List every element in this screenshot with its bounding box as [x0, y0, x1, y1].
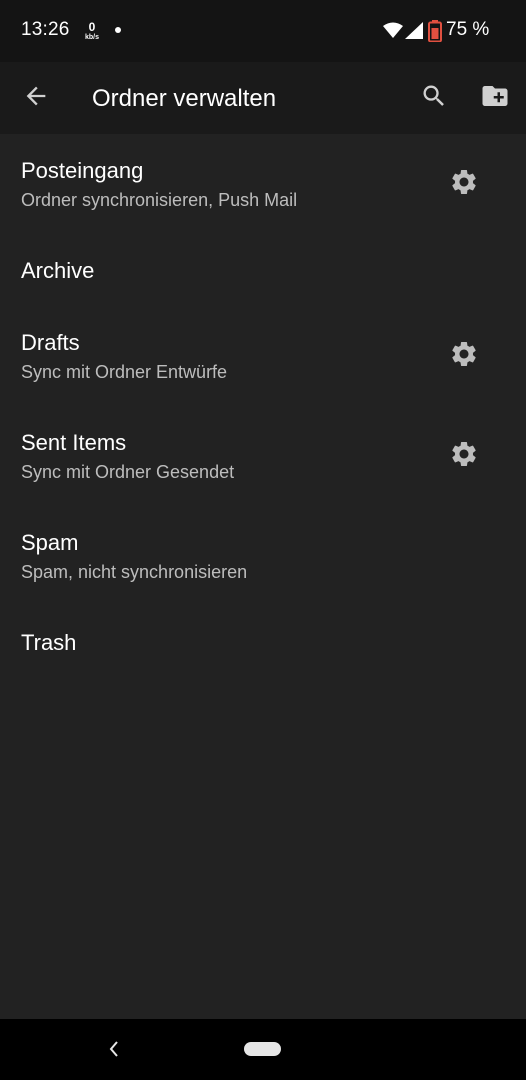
nav-home-pill[interactable] [244, 1042, 281, 1056]
folder-item-archive[interactable]: Archive [0, 234, 526, 306]
folder-item-drafts[interactable]: Drafts Sync mit Ordner Entwürfe [0, 306, 526, 406]
arrow-back-icon [22, 82, 50, 115]
gear-icon [449, 167, 479, 202]
battery-percentage: 75 % [446, 19, 490, 40]
folder-item-trash[interactable]: Trash [0, 606, 526, 678]
gear-icon [449, 339, 479, 374]
screen: 13:26 0 kb/s 75 % Ordner verwalten Poste… [0, 0, 526, 1080]
search-icon [420, 82, 448, 115]
folder-name: Trash [21, 630, 77, 655]
battery-icon [428, 20, 442, 47]
folder-name: Drafts [21, 330, 80, 355]
status-time: 13:26 [21, 19, 70, 40]
app-bar: Ordner verwalten [0, 62, 526, 134]
gear-icon [449, 439, 479, 474]
search-button[interactable] [410, 74, 458, 122]
folder-name: Sent Items [21, 430, 127, 455]
create-folder-button[interactable] [471, 74, 519, 122]
folder-item-spam[interactable]: Spam Spam, nicht synchronisieren [0, 506, 526, 606]
folder-settings-button[interactable] [440, 160, 488, 208]
notification-dot-icon [115, 27, 121, 33]
page-title: Ordner verwalten [92, 85, 277, 112]
folder-list: Posteingang Ordner synchronisieren, Push… [0, 134, 526, 678]
network-speed-indicator: 0 kb/s [82, 21, 102, 41]
folder-item-sent-items[interactable]: Sent Items Sync mit Ordner Gesendet [0, 406, 526, 506]
folder-name: Spam [21, 530, 79, 555]
folder-name: Posteingang [21, 158, 144, 183]
system-nav-bar [0, 1019, 526, 1080]
network-speed-unit: kb/s [84, 34, 99, 41]
create-folder-icon [480, 81, 510, 116]
folder-subtitle: Sync mit Ordner Gesendet [21, 462, 235, 482]
folder-name: Archive [21, 258, 95, 283]
signal-icon [405, 22, 423, 44]
folder-subtitle: Spam, nicht synchronisieren [21, 562, 248, 582]
folder-settings-button[interactable] [440, 432, 488, 480]
wifi-icon [383, 22, 403, 43]
folder-settings-button[interactable] [440, 332, 488, 380]
folder-subtitle: Sync mit Ordner Entwürfe [21, 362, 228, 382]
chevron-left-icon [107, 1040, 121, 1063]
folder-item-posteingang[interactable]: Posteingang Ordner synchronisieren, Push… [0, 134, 526, 234]
network-speed-value: 0 [88, 20, 96, 34]
back-button[interactable] [12, 74, 60, 122]
nav-back-button[interactable] [98, 1035, 130, 1067]
folder-subtitle: Ordner synchronisieren, Push Mail [21, 190, 298, 210]
status-bar: 13:26 0 kb/s 75 % [0, 0, 526, 62]
